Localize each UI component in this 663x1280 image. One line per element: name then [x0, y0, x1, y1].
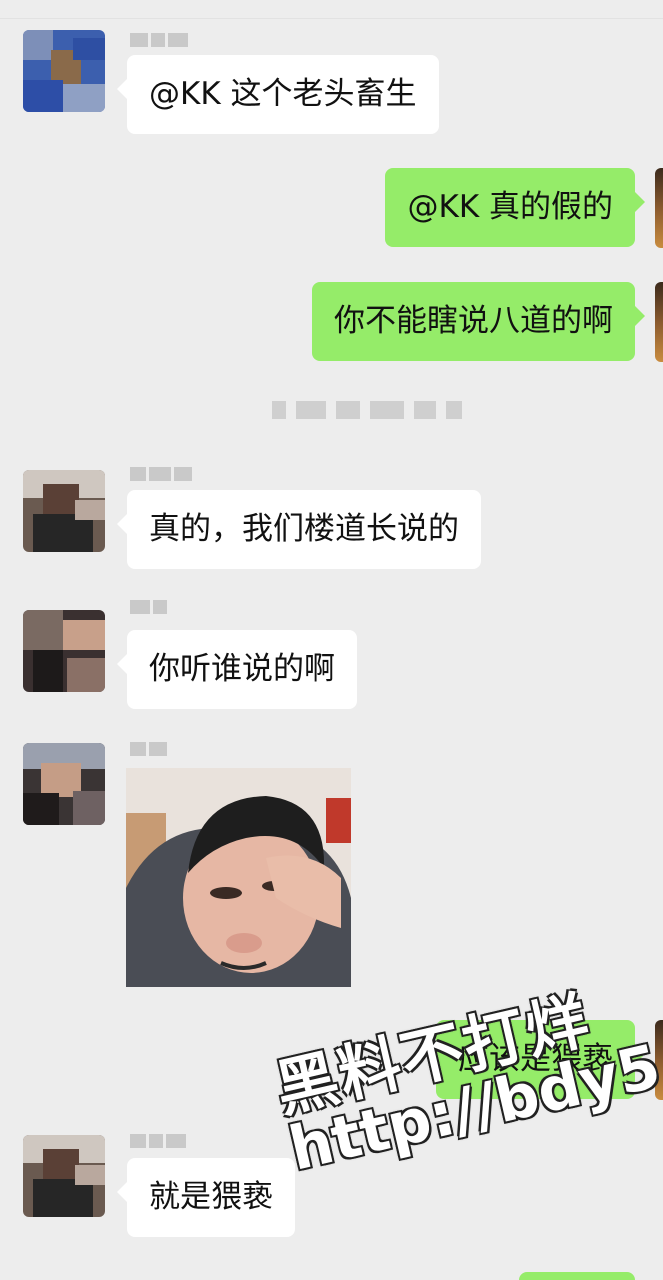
message-bubble[interactable]: 就是猥亵 — [117, 1158, 295, 1237]
avatar[interactable] — [23, 1135, 105, 1217]
avatar[interactable] — [23, 30, 105, 112]
message-bubble[interactable]: 应该是猥亵 — [436, 1020, 645, 1099]
sticker-face-illustration — [126, 768, 351, 987]
sender-name-blurred — [130, 600, 200, 614]
avatar[interactable] — [23, 470, 105, 552]
self-avatar[interactable] — [655, 282, 663, 362]
sender-name-blurred — [130, 33, 200, 47]
self-avatar[interactable] — [655, 1020, 663, 1100]
divider — [0, 18, 663, 19]
message-bubble[interactable]: 你听谁说的啊 — [117, 630, 357, 709]
sticker-image[interactable] — [126, 768, 351, 987]
sender-name-blurred — [130, 1134, 200, 1148]
message-bubble[interactable]: 真的，我们楼道长说的 — [117, 490, 481, 569]
avatar[interactable] — [23, 610, 105, 692]
sender-name-blurred — [130, 467, 200, 481]
sender-name-blurred — [130, 742, 200, 756]
message-bubble-partial — [519, 1272, 635, 1280]
message-bubble[interactable]: @KK 这个老头畜生 — [117, 55, 439, 134]
timestamp-blurred — [272, 398, 522, 422]
message-bubble[interactable]: @KK 真的假的 — [385, 168, 645, 247]
message-bubble[interactable]: 你不能瞎说八道的啊 — [312, 282, 645, 361]
self-avatar[interactable] — [655, 168, 663, 248]
avatar[interactable] — [23, 743, 105, 825]
